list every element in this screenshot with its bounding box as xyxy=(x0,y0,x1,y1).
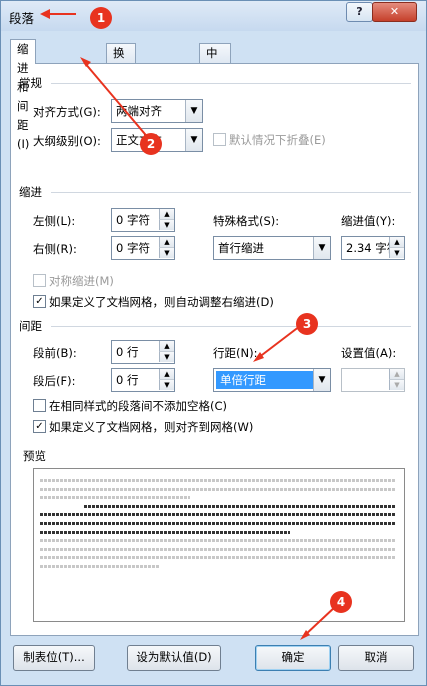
ok-button[interactable]: 确定 xyxy=(255,645,331,671)
preview-text-line xyxy=(40,496,190,500)
left-indent-spinner[interactable]: 0 字符 ▲ ▼ xyxy=(111,208,175,232)
no-space-same-style-checkbox[interactable] xyxy=(33,399,46,412)
preview-text-line xyxy=(40,556,396,560)
right-indent-spinner[interactable]: 0 字符 ▲ ▼ xyxy=(111,236,175,260)
cancel-button[interactable]: 取消 xyxy=(338,645,414,671)
spin-up-icon[interactable]: ▲ xyxy=(159,209,174,220)
alignment-select[interactable]: 两端对齐 ▼ xyxy=(111,99,203,123)
annotation-marker-4: 4 xyxy=(330,591,352,613)
special-indent-select[interactable]: 首行缩进 ▼ xyxy=(213,236,331,260)
close-button[interactable]: ✕ xyxy=(372,2,417,22)
collapse-checkbox[interactable] xyxy=(213,133,226,146)
spin-down-icon[interactable]: ▼ xyxy=(159,380,174,390)
tab-asian-typography[interactable]: 中文版式(H) xyxy=(199,43,231,136)
snap-to-grid-checkbox[interactable]: ✓ xyxy=(33,420,46,433)
preview-text-line xyxy=(40,487,396,491)
spacing-at-label: 设置值(A): xyxy=(341,346,397,360)
preview-text-line xyxy=(84,504,396,508)
no-space-same-style-label: 在相同样式的段落间不添加空格(C) xyxy=(49,399,228,413)
special-indent-label: 特殊格式(S): xyxy=(213,214,280,228)
set-default-button[interactable]: 设为默认值(D) xyxy=(127,645,221,671)
tab-panel: 常规 对齐方式(G): 两端对齐 ▼ 大纲级别(O): 正文文本 ▼ 默认情况下… xyxy=(10,63,419,636)
preview-section-title: 预览 xyxy=(23,449,46,463)
left-indent-label: 左侧(L): xyxy=(33,214,76,228)
chevron-down-icon: ▼ xyxy=(185,100,202,122)
title-bar[interactable]: 段落 ? ✕ xyxy=(1,1,426,31)
annotation-marker-3: 3 xyxy=(296,313,318,335)
spin-down-icon[interactable]: ▼ xyxy=(389,248,404,258)
auto-adjust-checkbox[interactable]: ✓ xyxy=(33,295,46,308)
right-indent-label: 右侧(R): xyxy=(33,242,77,256)
special-indent-value: 首行缩进 xyxy=(218,241,264,255)
annotation-marker-2: 2 xyxy=(140,133,162,155)
spin-down-icon[interactable]: ▼ xyxy=(159,248,174,258)
preview-text-line xyxy=(40,547,396,551)
indent-section-title: 缩进 xyxy=(19,185,42,199)
preview-text-line xyxy=(40,522,396,525)
spin-down-icon[interactable]: ▼ xyxy=(159,220,174,230)
tab-line-page-breaks[interactable]: 换行和分页(P) xyxy=(106,43,136,155)
preview-text-line xyxy=(40,513,396,517)
collapse-label: 默认情况下折叠(E) xyxy=(229,133,326,147)
line-spacing-label: 行距(N): xyxy=(213,346,258,360)
annotation-marker-1: 1 xyxy=(90,7,112,29)
dialog-title: 段落 xyxy=(9,11,35,26)
spin-up-icon[interactable]: ▲ xyxy=(389,237,404,248)
space-after-label: 段后(F): xyxy=(33,374,76,388)
alignment-value: 两端对齐 xyxy=(116,104,162,118)
preview-text-line xyxy=(40,479,396,482)
left-indent-value: 0 字符 xyxy=(116,213,150,227)
indent-by-label: 缩进值(Y): xyxy=(341,214,396,228)
chevron-down-icon: ▼ xyxy=(313,369,330,391)
space-after-value: 0 行 xyxy=(116,373,139,387)
snap-to-grid-label: 如果定义了文档网格，则对齐到网格(W) xyxy=(49,420,254,434)
spin-up-icon[interactable]: ▲ xyxy=(159,369,174,380)
space-after-spinner[interactable]: 0 行 ▲ ▼ xyxy=(111,368,175,392)
mirror-indents-label: 对称缩进(M) xyxy=(49,274,114,288)
indent-by-spinner[interactable]: 2.34 字符 ▲ ▼ xyxy=(341,236,405,260)
preview-text-line xyxy=(40,565,160,568)
spacing-section-title: 间距 xyxy=(19,319,42,333)
mirror-indents-checkbox[interactable] xyxy=(33,274,46,287)
spacing-at-spinner[interactable]: ▲ ▼ xyxy=(341,368,405,392)
chevron-down-icon: ▼ xyxy=(185,129,202,151)
right-indent-value: 0 字符 xyxy=(116,241,150,255)
indent-separator xyxy=(51,192,411,193)
paragraph-dialog: 段落 ? ✕ 缩进和间距(I) 换行和分页(P) 中文版式(H) 常规 对齐方式… xyxy=(0,0,427,686)
general-separator xyxy=(51,83,411,84)
tab-indents-spacing[interactable]: 缩进和间距(I) xyxy=(10,39,37,151)
chevron-down-icon: ▼ xyxy=(313,237,330,259)
line-spacing-value: 单倍行距 xyxy=(216,371,318,389)
spin-up-icon[interactable]: ▲ xyxy=(159,237,174,248)
spin-up-icon[interactable]: ▲ xyxy=(389,369,404,380)
space-before-spinner[interactable]: 0 行 ▲ ▼ xyxy=(111,340,175,364)
space-before-label: 段前(B): xyxy=(33,346,77,360)
line-spacing-select[interactable]: 单倍行距 ▼ xyxy=(213,368,331,392)
preview-text-line xyxy=(40,530,290,534)
spin-down-icon[interactable]: ▼ xyxy=(159,352,174,362)
spin-down-icon[interactable]: ▼ xyxy=(389,380,404,390)
preview-text-line xyxy=(40,539,396,543)
help-button[interactable]: ? xyxy=(346,2,373,22)
spacing-separator xyxy=(51,326,411,327)
alignment-label: 对齐方式(G): xyxy=(33,105,101,119)
space-before-value: 0 行 xyxy=(116,345,139,359)
auto-adjust-label: 如果定义了文档网格，则自动调整右缩进(D) xyxy=(49,295,274,309)
spin-up-icon[interactable]: ▲ xyxy=(159,341,174,352)
tab-stops-button[interactable]: 制表位(T)... xyxy=(13,645,95,671)
outline-level-label: 大纲级别(O): xyxy=(33,134,101,148)
